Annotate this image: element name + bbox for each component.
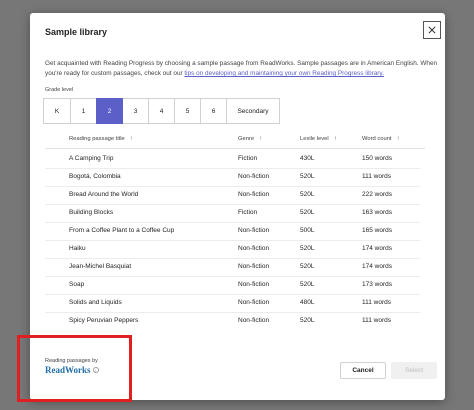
passage-genre: Non-fiction bbox=[238, 281, 270, 288]
passage-title: Soap bbox=[69, 281, 85, 288]
header-genre-label: Genre bbox=[238, 136, 255, 142]
grade-level-selector: K 1 2 3 4 5 6 Secondary bbox=[43, 98, 280, 124]
passage-genre: Non-fiction bbox=[238, 245, 270, 252]
passage-lexile: 520L bbox=[300, 317, 315, 324]
passage-lexile: 520L bbox=[300, 263, 315, 270]
passage-lexile: 520L bbox=[300, 173, 315, 180]
dialog-description: Get acquainted with Reading Progress by … bbox=[45, 59, 440, 79]
table-row[interactable]: From a Coffee Plant to a Coffee Cup Non-… bbox=[45, 223, 420, 241]
grade-option-2[interactable]: 2 bbox=[96, 98, 123, 124]
table-row[interactable]: Building Blocks Fiction 520L 163 words bbox=[45, 205, 420, 223]
passage-word-count: 165 words bbox=[362, 227, 392, 234]
table-row[interactable]: Soap Non-fiction 520L 173 words bbox=[45, 277, 420, 295]
passage-genre: Non-fiction bbox=[238, 299, 270, 306]
passage-word-count: 150 words bbox=[362, 155, 392, 162]
cancel-button[interactable]: Cancel bbox=[340, 362, 386, 379]
grade-option-5[interactable]: 5 bbox=[174, 98, 201, 124]
passage-word-count: 173 words bbox=[362, 281, 392, 288]
sort-arrow-icon: ↑ bbox=[259, 136, 263, 142]
header-word-count[interactable]: Word count ↑ bbox=[362, 136, 400, 142]
passage-title: Spicy Peruvian Peppers bbox=[69, 317, 139, 324]
table-header: Reading passage title ↑ Genre ↑ Lexile lev… bbox=[45, 131, 425, 149]
passage-genre: Non-fiction bbox=[238, 263, 270, 270]
annotation-highlight-box bbox=[17, 335, 132, 402]
passage-genre: Fiction bbox=[238, 209, 258, 216]
passage-genre: Non-fiction bbox=[238, 317, 270, 324]
passage-word-count: 111 words bbox=[362, 173, 392, 180]
header-lexile-label: Lexile level bbox=[300, 136, 329, 142]
passage-word-count: 174 words bbox=[362, 245, 392, 252]
library-tips-link[interactable]: tips on developing and maintaining your … bbox=[184, 70, 384, 77]
passage-title: A Camping Trip bbox=[69, 155, 114, 162]
grade-option-1[interactable]: 1 bbox=[70, 98, 97, 124]
passage-lexile: 520L bbox=[300, 209, 315, 216]
table-row[interactable]: Spicy Peruvian Peppers Non-fiction 520L … bbox=[45, 313, 420, 325]
grade-option-secondary[interactable]: Secondary bbox=[226, 98, 280, 124]
header-word-count-label: Word count bbox=[362, 136, 392, 142]
table-row[interactable]: Bread Around the World Non-fiction 520L … bbox=[45, 187, 420, 205]
table-row[interactable]: A Camping Trip Fiction 430L 150 words bbox=[45, 151, 420, 169]
passage-lexile: 480L bbox=[300, 299, 315, 306]
dialog-title: Sample library bbox=[45, 27, 108, 37]
passage-title: Bread Around the World bbox=[69, 191, 139, 198]
table-row[interactable]: Haiku Non-fiction 520L 174 words bbox=[45, 241, 420, 259]
grade-level-label: Grade level bbox=[45, 87, 74, 93]
passage-title: From a Coffee Plant to a Coffee Cup bbox=[69, 227, 175, 234]
header-title[interactable]: Reading passage title ↑ bbox=[69, 136, 133, 142]
header-genre[interactable]: Genre ↑ bbox=[238, 136, 262, 142]
header-title-label: Reading passage title bbox=[69, 136, 125, 142]
passage-lexile: 520L bbox=[300, 281, 315, 288]
table-row[interactable]: Bogotá, Colombia Non-fiction 520L 111 wo… bbox=[45, 169, 420, 187]
passage-lexile: 500L bbox=[300, 227, 315, 234]
grade-option-k[interactable]: K bbox=[43, 98, 71, 124]
sort-arrow-icon: ↑ bbox=[129, 136, 133, 142]
passage-title: Building Blocks bbox=[69, 209, 114, 216]
grade-option-4[interactable]: 4 bbox=[148, 98, 175, 124]
passage-word-count: 222 words bbox=[362, 191, 392, 198]
close-button[interactable] bbox=[423, 21, 441, 39]
passage-genre: Non-fiction bbox=[238, 227, 270, 234]
sort-arrow-icon: ↑ bbox=[333, 136, 337, 142]
table-row[interactable]: Solids and Liquids Non-fiction 480L 111 … bbox=[45, 295, 420, 313]
passage-word-count: 174 words bbox=[362, 263, 392, 270]
close-icon bbox=[428, 26, 436, 34]
passage-title: Jean-Michel Basquiat bbox=[69, 263, 132, 270]
passage-title: Bogotá, Colombia bbox=[69, 173, 121, 180]
passage-word-count: 111 words bbox=[362, 317, 392, 324]
passage-lexile: 520L bbox=[300, 245, 315, 252]
passages-table: Reading passage title ↑ Genre ↑ Lexile lev… bbox=[45, 131, 433, 325]
passage-title: Solids and Liquids bbox=[69, 299, 122, 306]
passage-word-count: 163 words bbox=[362, 209, 392, 216]
passage-word-count: 111 words bbox=[362, 299, 392, 306]
passage-lexile: 430L bbox=[300, 155, 315, 162]
passage-genre: Fiction bbox=[238, 155, 258, 162]
select-button[interactable]: Select bbox=[391, 362, 437, 379]
passage-genre: Non-fiction bbox=[238, 191, 270, 198]
grade-option-6[interactable]: 6 bbox=[200, 98, 227, 124]
sort-arrow-icon: ↑ bbox=[396, 136, 400, 142]
header-lexile[interactable]: Lexile level ↑ bbox=[300, 136, 337, 142]
grade-option-3[interactable]: 3 bbox=[122, 98, 149, 124]
passage-genre: Non-fiction bbox=[238, 173, 270, 180]
table-row[interactable]: Jean-Michel Basquiat Non-fiction 520L 17… bbox=[45, 259, 420, 277]
passage-lexile: 520L bbox=[300, 191, 315, 198]
passage-title: Haiku bbox=[69, 245, 86, 252]
